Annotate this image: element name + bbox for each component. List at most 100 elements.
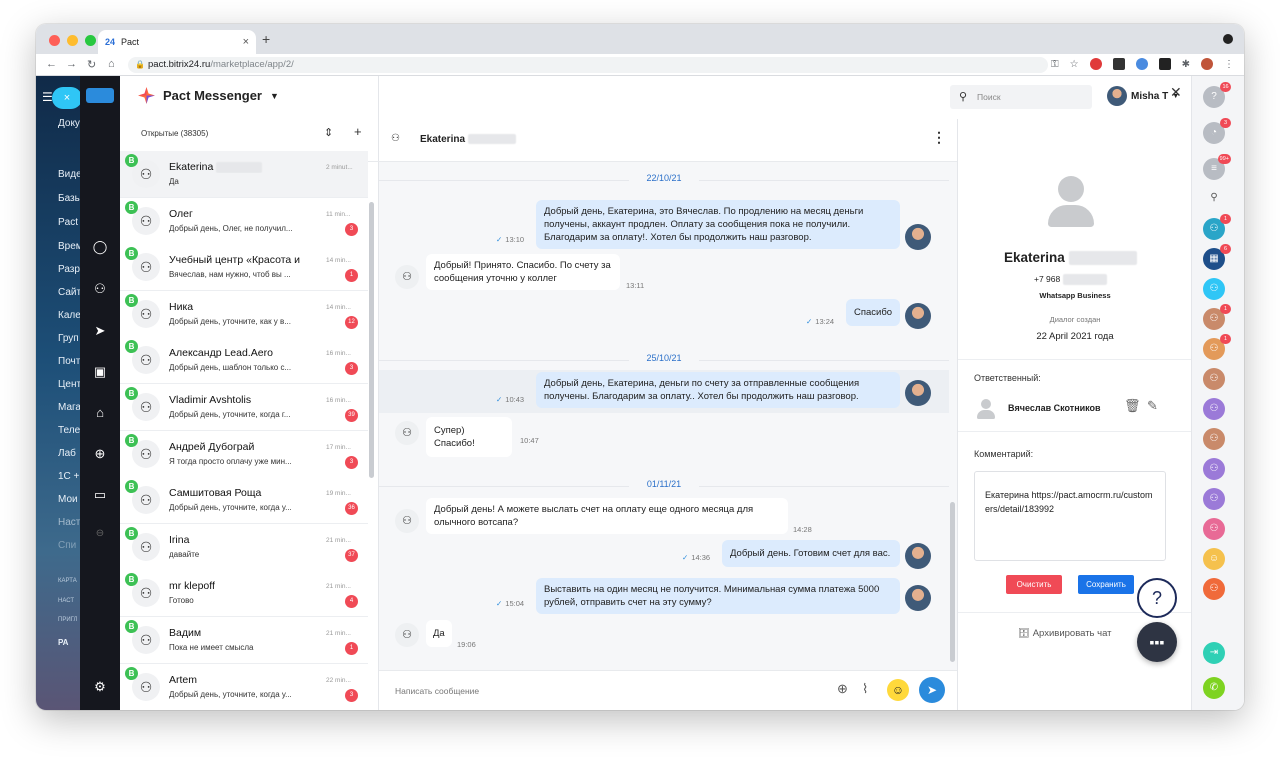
edit-pencil-icon[interactable]: ✎: [1147, 398, 1158, 414]
incoming-bubble[interactable]: Добрый день! А можете выслать счет на оп…: [426, 498, 788, 534]
reload-icon[interactable]: ↻: [87, 58, 96, 71]
chat-list-item[interactable]: ⚇ B Александр Lead.Aero Добрый день, шаблон…: [120, 337, 368, 385]
search-input[interactable]: ⚲ Поиск: [950, 85, 1092, 109]
outgoing-bubble[interactable]: Добрый день, Екатерина, деньги по счету …: [536, 372, 900, 408]
chat-list-item[interactable]: ⚇ B Vladimir Avshtolis Добрый день, уточнит…: [120, 384, 368, 431]
chat-widget-button[interactable]: ▪▪▪: [1137, 622, 1177, 662]
extension-icon[interactable]: [1135, 58, 1148, 70]
contact-avatar[interactable]: ⚇: [1203, 428, 1225, 450]
sidebar-item[interactable]: Мага: [58, 402, 80, 413]
incoming-bubble[interactable]: Супер) Спасибо!: [426, 417, 512, 457]
sidebar-item[interactable]: Разр: [58, 264, 80, 275]
back-icon[interactable]: ←: [46, 58, 57, 70]
apps-icon[interactable]: ▣: [80, 364, 120, 380]
clear-button[interactable]: Очистить: [1006, 575, 1062, 594]
chat-list-item[interactable]: ⚇ B Ника Добрый день, уточните, как у в... 1…: [120, 290, 368, 338]
phone-call-icon[interactable]: ✆: [1203, 677, 1225, 699]
home-icon[interactable]: ⌂: [108, 58, 115, 70]
save-button[interactable]: Сохранить: [1078, 575, 1134, 594]
chat-list-item[interactable]: ⚇ B Artem Добрый день, уточните, когда у...…: [120, 663, 368, 710]
contact-avatar[interactable]: ⚇: [1203, 518, 1225, 540]
notifications-bell-icon[interactable]: ◔ 3: [1203, 118, 1231, 144]
extension-icon[interactable]: [1158, 58, 1171, 70]
sidebar-item[interactable]: Наст: [58, 517, 80, 528]
maximize-window-icon[interactable]: [85, 35, 96, 46]
briefcase-icon[interactable]: ⌂: [80, 405, 120, 420]
open-lines-icon[interactable]: ⇥: [1203, 642, 1225, 664]
billing-icon[interactable]: ▭: [80, 487, 120, 503]
contact-avatar[interactable]: ⚇ 1: [1203, 214, 1231, 240]
settings-gear-icon[interactable]: ⚙: [80, 679, 120, 695]
puzzle-icon[interactable]: ✱: [1182, 59, 1190, 70]
sidebar-item[interactable]: Кале: [58, 310, 80, 321]
profile-avatar[interactable]: [1201, 58, 1213, 70]
contact-avatar[interactable]: ⚇: [1203, 398, 1225, 420]
forward-icon[interactable]: →: [66, 58, 77, 70]
contact-avatar[interactable]: ⚇: [1203, 488, 1225, 510]
address-bar[interactable]: 🔒 pact.bitrix24.ru/marketplace/app/2/: [128, 57, 1048, 73]
messages-icon[interactable]: ≡ 99+: [1203, 154, 1231, 180]
outgoing-bubble[interactable]: Выставить на один месяц не получится. Ми…: [536, 578, 900, 614]
chat-list-item[interactable]: ⚇ B Учебный центр «Красота и Вячеслав, нам …: [120, 244, 368, 292]
delete-trash-icon[interactable]: 🗑: [1124, 398, 1141, 414]
thread-scrollbar[interactable]: [950, 502, 955, 662]
search-icon[interactable]: ⚲: [1203, 187, 1225, 209]
sidebar-item[interactable]: Врем: [58, 241, 80, 252]
sort-icon[interactable]: ⇕: [324, 126, 333, 139]
outgoing-bubble[interactable]: Добрый день, Екатерина, это Вячеслав. По…: [536, 200, 900, 249]
extension-icon[interactable]: [1112, 58, 1125, 70]
templates-icon[interactable]: ⊕: [80, 446, 120, 462]
adblock-extension-icon[interactable]: [1089, 58, 1102, 70]
add-chat-button[interactable]: +: [354, 124, 362, 139]
chat-list-item[interactable]: ⚇ Bmr klepoff Готово 21 min... 4: [120, 570, 368, 618]
template-icon[interactable]: ⊕: [837, 681, 848, 697]
contact-avatar[interactable]: ☺: [1203, 548, 1225, 570]
outgoing-bubble[interactable]: Спасибо: [846, 299, 900, 326]
emoji-icon[interactable]: ☺: [887, 679, 909, 701]
browser-menu-dot-icon[interactable]: [1223, 34, 1233, 44]
contact-avatar[interactable]: ⚇: [1203, 458, 1225, 480]
chat-list-item[interactable]: ⚇ B Irina давайте 21 min... 37: [120, 523, 368, 571]
close-window-icon[interactable]: [49, 35, 60, 46]
sidebar-item[interactable]: Pact: [58, 217, 78, 228]
chat-list-scrollbar[interactable]: [369, 202, 374, 478]
user-menu[interactable]: Misha T ▼: [1107, 86, 1179, 106]
browser-tab[interactable]: 24 Pact ×: [98, 30, 256, 54]
key-icon[interactable]: ⚿: [1051, 59, 1059, 70]
send-icon[interactable]: ➤: [80, 323, 120, 339]
attach-paperclip-icon[interactable]: ⌇: [862, 681, 868, 697]
sidebar-item[interactable]: Цент: [58, 379, 80, 390]
contact-avatar[interactable]: ⚇ 1: [1203, 334, 1231, 360]
minimize-window-icon[interactable]: [67, 35, 78, 46]
contact-avatar[interactable]: ⚇: [1203, 368, 1225, 390]
sidebar-item[interactable]: Доку: [58, 118, 80, 129]
outgoing-bubble[interactable]: Добрый день. Готовим счет для вас.: [722, 540, 900, 567]
pact-logo-icon[interactable]: [86, 88, 114, 103]
sidebar-item[interactable]: Груп: [58, 333, 79, 344]
sidebar-item[interactable]: 1С +: [58, 471, 79, 482]
sidebar-item[interactable]: Почт: [58, 356, 80, 367]
bookmark-star-icon[interactable]: ☆: [1070, 59, 1079, 70]
more-options-icon[interactable]: ⋮: [932, 129, 946, 146]
contact-avatar[interactable]: ⚇: [1203, 578, 1225, 600]
chat-list-item[interactable]: ⚇ B Андрей Дубограй Я тогда просто оплачу у…: [120, 430, 368, 478]
close-panel-icon[interactable]: ✕: [1170, 84, 1182, 101]
more-menu-icon[interactable]: ⋮: [1224, 59, 1234, 70]
contact-avatar[interactable]: ⚇ 1: [1203, 304, 1231, 330]
group-chat-icon[interactable]: ▦ 6: [1203, 244, 1231, 270]
tab-close-icon[interactable]: ×: [243, 36, 249, 48]
message-input[interactable]: Написать сообщение: [395, 686, 479, 696]
incoming-bubble[interactable]: Да: [426, 620, 452, 647]
close-menu-button[interactable]: ×: [52, 87, 80, 109]
sidebar-item[interactable]: Виде: [58, 169, 80, 180]
contacts-icon[interactable]: ⚇: [80, 281, 120, 297]
chat-list-item[interactable]: ⚇ B Ekaterina Да 2 minut...: [120, 151, 368, 198]
chat-filter-label[interactable]: Открытые (38305): [141, 129, 208, 138]
archive-chat-button[interactable]: 🗄 Архивировать чат: [1018, 628, 1112, 639]
contact-avatar[interactable]: ⚇: [1203, 278, 1225, 300]
sidebar-item[interactable]: Сайт: [58, 287, 80, 298]
chat-list-item[interactable]: ⚇ B Самшитовая Роща Добрый день, уточните, …: [120, 477, 368, 525]
chat-icon[interactable]: ◯: [80, 239, 120, 255]
help-question-button[interactable]: ?: [1137, 578, 1177, 618]
chat-list-item[interactable]: ⚇ B Олег Добрый день, Олег, не получил... 11…: [120, 197, 368, 245]
